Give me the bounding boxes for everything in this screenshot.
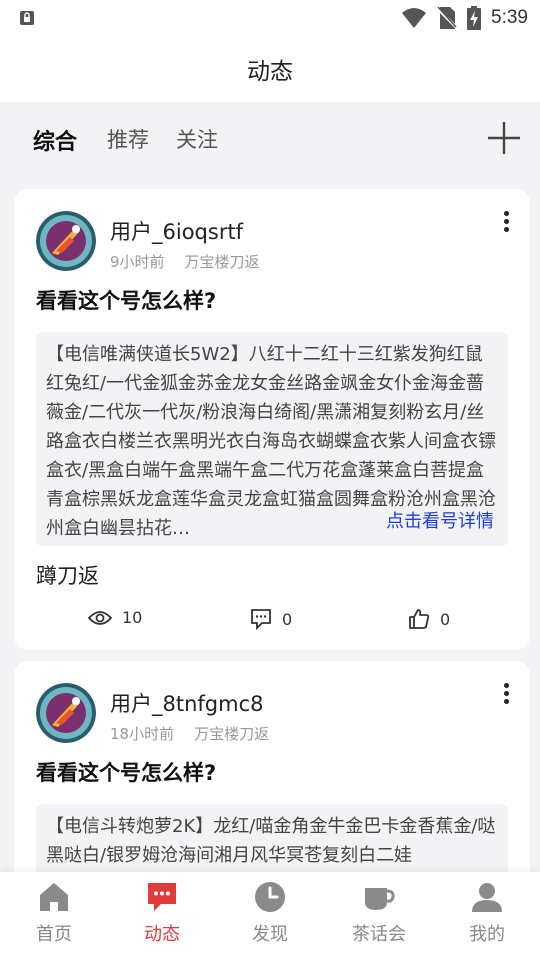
bottom-navigation: 首页 动态 发现 茶话会 我的: [0, 872, 540, 960]
username[interactable]: 用户_6ioqsrtf: [110, 216, 243, 246]
post-source: 万宝楼刀返: [184, 253, 260, 271]
username[interactable]: 用户_8tnfgmc8: [110, 688, 264, 718]
page-title: 动态: [247, 59, 293, 85]
nav-feed[interactable]: 动态: [117, 880, 207, 946]
battery-charging-icon: [467, 6, 482, 30]
no-sim-icon: [437, 6, 458, 30]
comments-count: 0: [282, 609, 293, 629]
thumbs-up-icon: [409, 609, 430, 629]
status-bar: 5:39: [0, 0, 540, 36]
nav-tea-party[interactable]: 茶话会: [334, 880, 424, 946]
add-post-icon[interactable]: [486, 120, 522, 156]
avatar[interactable]: [36, 211, 96, 271]
description-text: 【电信斗转炮萝2K】龙红/喵金角金牛金巴卡金香蕉金/哒黑哒白/银罗姆沧海间湘月风…: [46, 816, 496, 866]
home-icon: [40, 883, 68, 911]
tab-recommended[interactable]: 推荐: [107, 124, 149, 154]
views-stat: 10: [88, 608, 142, 627]
nav-home[interactable]: 首页: [9, 880, 99, 946]
view-details-link[interactable]: 点击看号详情: [374, 507, 494, 536]
likes-count: 0: [440, 609, 451, 629]
post-source: 万宝楼刀返: [194, 725, 270, 743]
clock-compass-icon: [255, 882, 285, 912]
avatar[interactable]: [36, 683, 96, 743]
nav-label: 首页: [36, 924, 72, 945]
status-time: 5:39: [491, 7, 528, 28]
post-stats: 10 0 0: [14, 604, 530, 636]
post-time: 9小时前: [110, 253, 165, 271]
likes-stat[interactable]: 0: [408, 608, 450, 630]
tab-following[interactable]: 关注: [176, 124, 218, 154]
eye-icon: [88, 610, 112, 625]
more-options-icon[interactable]: [502, 211, 510, 232]
nav-label: 我的: [469, 924, 505, 945]
account-description[interactable]: 【电信斗转炮萝2K】龙红/喵金角金牛金巴卡金香蕉金/哒黑哒白/银罗姆沧海间湘月风…: [36, 804, 508, 878]
chat-bubble-icon: [148, 883, 176, 911]
post-meta: 18小时前 万宝楼刀返: [110, 723, 269, 744]
views-count: 10: [122, 608, 143, 627]
tab-comprehensive[interactable]: 综合: [33, 124, 77, 156]
post-time: 18小时前: [110, 725, 175, 743]
post-title: 看看这个号怎么样?: [36, 289, 217, 313]
account-description[interactable]: 【电信唯满侠道长5W2】八红十二红十三红紫发狗红鼠红兔红/一代金狐金苏金龙女金丝…: [36, 332, 508, 546]
comments-stat[interactable]: 0: [250, 608, 292, 630]
post-card[interactable]: 用户_8tnfgmc8 18小时前 万宝楼刀返 看看这个号怎么样? 【电信斗转炮萝…: [14, 661, 530, 901]
app-bar: 动态: [0, 36, 540, 102]
person-icon: [472, 883, 502, 912]
post-tag: 蹲刀返: [36, 564, 99, 588]
nav-label: 发现: [252, 924, 288, 945]
tea-cup-icon: [365, 888, 395, 910]
nav-label: 动态: [144, 924, 180, 945]
lock-icon: [20, 11, 34, 25]
nav-discover[interactable]: 发现: [225, 880, 315, 946]
more-options-icon[interactable]: [502, 683, 510, 704]
post-title: 看看这个号怎么样?: [36, 761, 217, 785]
nav-label: 茶话会: [352, 924, 406, 945]
post-meta: 9小时前 万宝楼刀返: [110, 251, 260, 272]
nav-profile[interactable]: 我的: [442, 880, 532, 946]
comment-icon: [251, 609, 271, 630]
wifi-icon: [402, 8, 427, 28]
feed-tabs: 综合 推荐 关注: [0, 102, 540, 176]
post-card[interactable]: 用户_6ioqsrtf 9小时前 万宝楼刀返 看看这个号怎么样? 【电信唯满侠道长…: [14, 189, 530, 650]
